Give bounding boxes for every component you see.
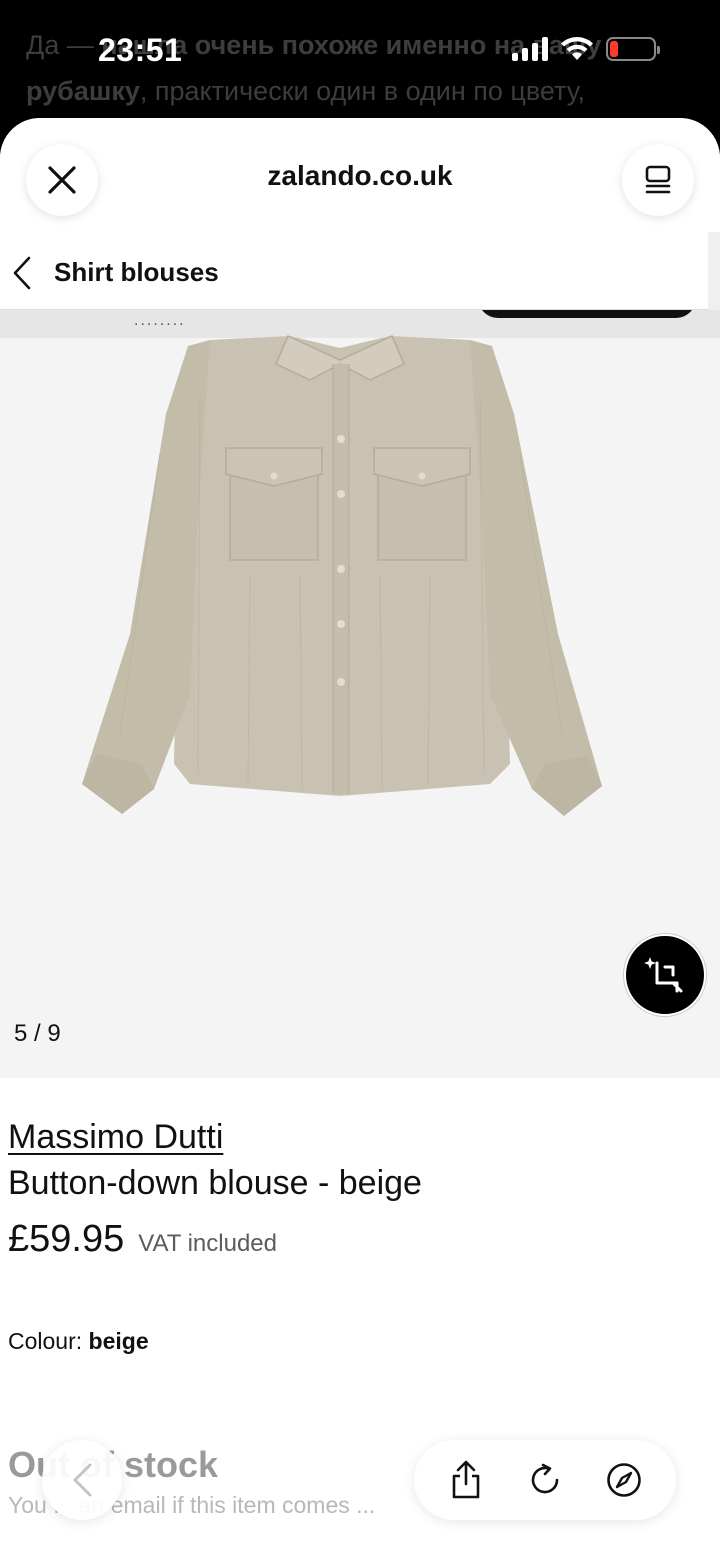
status-time: 23:51 [98,32,183,68]
battery-icon [606,37,660,61]
reload-button[interactable] [520,1455,570,1505]
chevron-left-icon [13,256,31,289]
reader-menu-button[interactable] [622,144,694,216]
compass-icon [607,1463,642,1497]
browser-back-button[interactable] [42,1440,122,1520]
gallery-top-pill [478,310,696,318]
compass-button[interactable] [599,1455,649,1505]
brand-link[interactable]: Massimo Dutti [8,1118,223,1157]
gallery-top-strip-text: ........ [134,312,186,329]
image-counter: 5 / 9 [14,1020,61,1047]
site-title: zalando.co.uk [267,160,453,191]
breadcrumb-label[interactable]: Shirt blouses [54,257,219,288]
ai-crop-search-icon [644,957,683,993]
status-icons [512,36,660,62]
product-image[interactable] [70,334,610,834]
vat-note: VAT included [138,1230,277,1257]
cellular-signal-icon [512,37,548,61]
share-button[interactable] [441,1455,491,1505]
browser-sheet: zalando.co.uk Shirt blouses ........ 5 /… [0,118,720,1564]
status-bar: 23:51 [0,0,720,104]
wifi-icon [561,37,593,60]
share-icon [452,1460,479,1499]
chevron-left-icon [73,1463,92,1497]
colour-row: Colour: beige [8,1328,149,1355]
product-name: Button-down blouse - beige [8,1164,422,1202]
breadcrumb-back-button[interactable] [10,255,34,291]
reload-icon [531,1463,559,1494]
product-image-gallery[interactable]: ........ 5 / 9 [0,310,720,1078]
colour-value: beige [88,1328,149,1354]
breadcrumb[interactable]: Shirt blouses [0,236,708,310]
colour-label: Colour: [8,1328,83,1354]
product-price: £59.95 [8,1218,125,1260]
price-row: £59.95 VAT included [8,1218,277,1261]
ai-visual-search-button[interactable] [624,934,706,1016]
browser-toolbar [414,1440,676,1520]
reader-menu-icon [645,165,671,194]
